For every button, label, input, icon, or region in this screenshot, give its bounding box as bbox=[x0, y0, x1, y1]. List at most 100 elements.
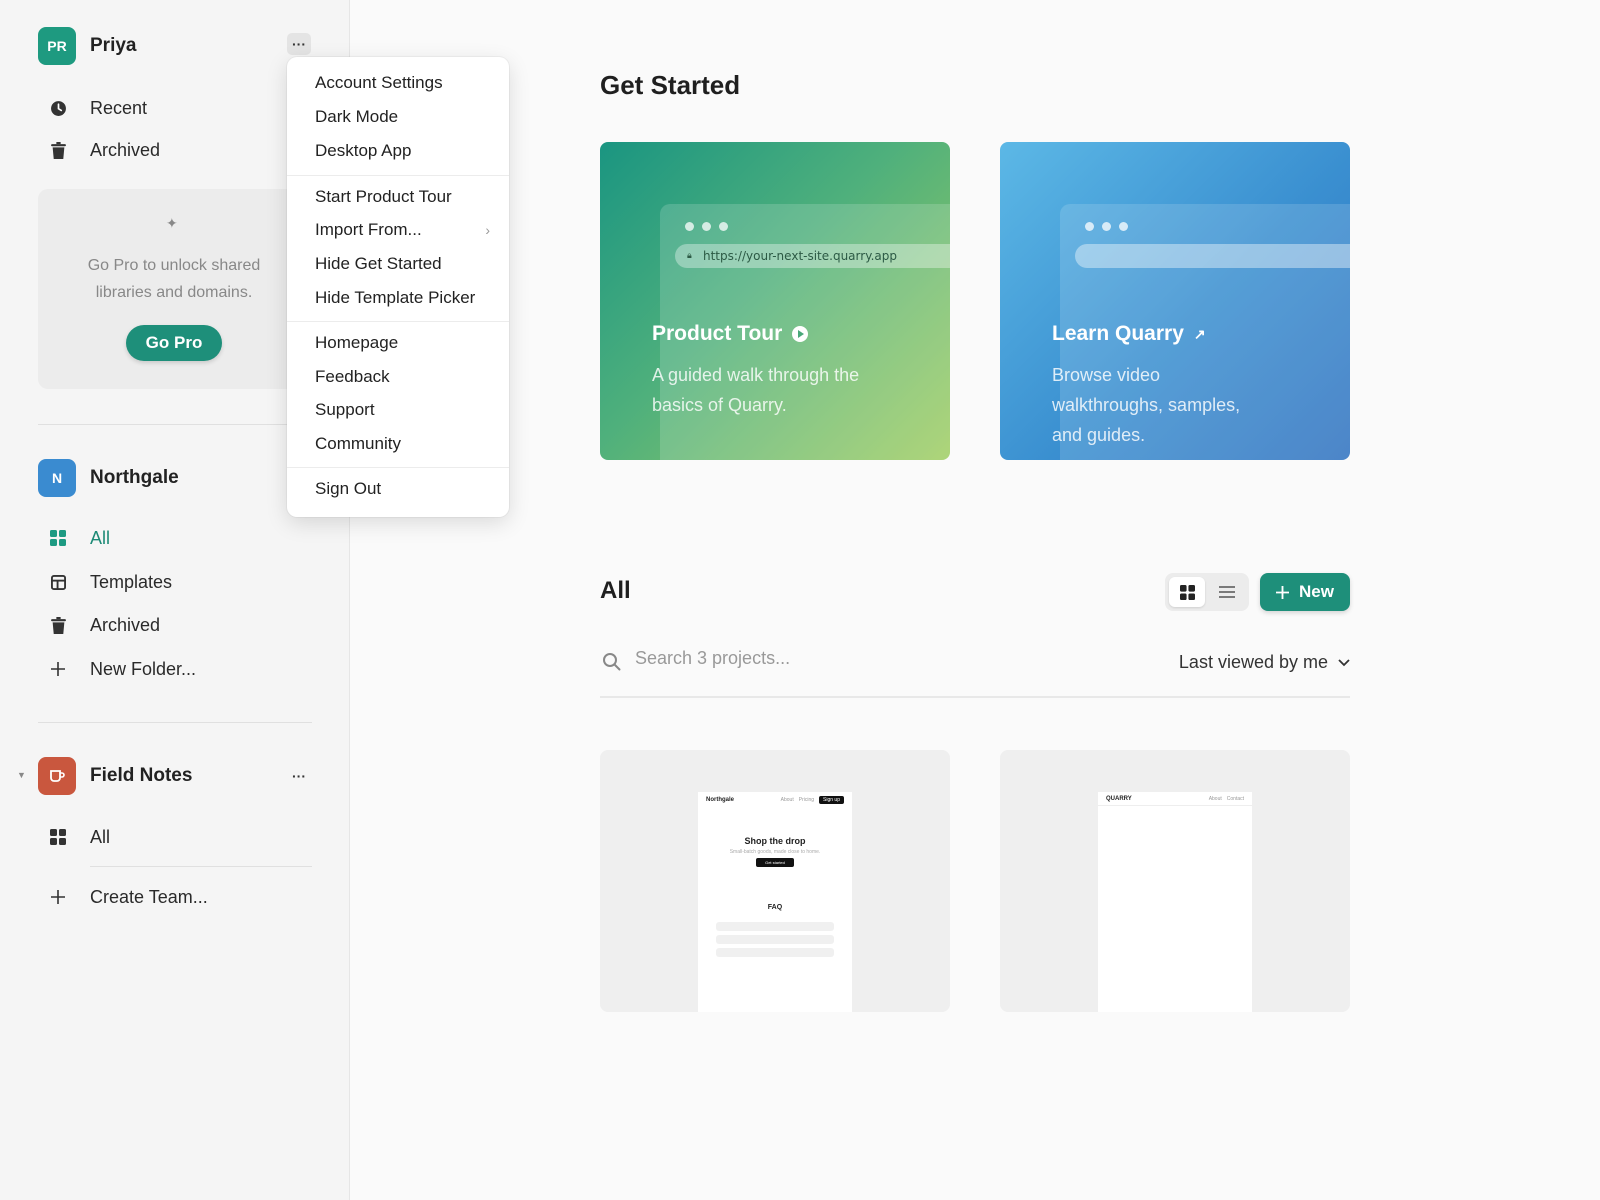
sidebar-item-label: Archived bbox=[90, 139, 161, 160]
team-name: Field Notes bbox=[90, 765, 193, 786]
divider bbox=[38, 722, 312, 723]
card-title-text: Learn Quarry bbox=[1052, 322, 1184, 345]
create-team-button[interactable]: Create Team... bbox=[48, 882, 208, 912]
sidebar-item-label: Create Team... bbox=[90, 886, 208, 907]
menu-item-import-from[interactable]: Import From... › bbox=[315, 218, 490, 242]
card-title-text: Product Tour bbox=[652, 322, 783, 345]
external-link-icon: ↗ bbox=[1193, 325, 1206, 342]
card-description: Browse video walkthroughs, samples, and … bbox=[1052, 365, 1241, 445]
url-text: https://your-next-site.quarry.app bbox=[703, 249, 897, 263]
sidebar-item-label: Recent bbox=[90, 97, 148, 118]
menu-separator bbox=[287, 175, 509, 176]
thumbnail-subtitle: Small-batch goods, made close to home. bbox=[729, 849, 821, 855]
menu-item-account-settings[interactable]: Account Settings bbox=[315, 71, 490, 95]
upgrade-promo: ✦ Go Pro to unlock shared libraries and … bbox=[38, 189, 310, 389]
team-header-northgale[interactable]: N Northgale bbox=[38, 459, 179, 497]
thumbnail-links: About Pricing Sign up bbox=[781, 796, 844, 804]
menu-item-start-product-tour[interactable]: Start Product Tour bbox=[315, 185, 490, 209]
account-name: Priya bbox=[90, 35, 137, 56]
faq-row bbox=[716, 948, 834, 957]
sidebar-item-label: Archived bbox=[90, 614, 161, 635]
section-title: All bbox=[600, 577, 631, 604]
thumbnail-header: QUARRY About Contact bbox=[1106, 796, 1244, 802]
thumbnail-brand: QUARRY bbox=[1106, 796, 1132, 802]
url-bar bbox=[1075, 244, 1350, 268]
account-avatar: PR bbox=[38, 27, 76, 65]
thumbnail-header: Northgale About Pricing Sign up bbox=[706, 796, 844, 804]
upgrade-promo-text: Go Pro to unlock shared libraries and do… bbox=[87, 257, 261, 301]
window-dots bbox=[685, 222, 728, 231]
chevron-right-icon: › bbox=[485, 222, 490, 238]
menu-item-label: Import From... bbox=[315, 220, 422, 239]
menu-item-homepage[interactable]: Homepage bbox=[315, 331, 490, 355]
lock-icon: 🔒︎ bbox=[687, 251, 692, 261]
collapse-caret-icon[interactable]: ▼ bbox=[17, 770, 26, 780]
account-menu: Account Settings Dark Mode Desktop App S… bbox=[287, 57, 509, 517]
product-tour-card[interactable]: 🔒︎ https://your-next-site.quarry.app Prod… bbox=[600, 142, 950, 460]
sidebar-item-team-archived[interactable]: Archived bbox=[48, 610, 160, 640]
sidebar-item-field-notes-all[interactable]: All bbox=[48, 822, 110, 852]
plus-icon bbox=[48, 887, 68, 907]
menu-item-hide-template-picker[interactable]: Hide Template Picker bbox=[315, 286, 490, 310]
sidebar-item-templates[interactable]: Templates bbox=[48, 567, 172, 597]
card-title: Product Tour bbox=[652, 322, 809, 346]
menu-item-support[interactable]: Support bbox=[315, 398, 490, 422]
menu-item-dark-mode[interactable]: Dark Mode bbox=[315, 105, 490, 129]
search-bar: Last viewed by me bbox=[600, 646, 1350, 698]
sidebar-item-label: All bbox=[90, 527, 111, 548]
thumbnail-faq: FAQ bbox=[767, 904, 783, 911]
plus-icon bbox=[1276, 585, 1290, 599]
grid-icon bbox=[48, 827, 68, 847]
team-header-field-notes[interactable]: Field Notes bbox=[38, 757, 192, 795]
card-description: A guided walk through the basics of Quar… bbox=[652, 365, 860, 415]
play-icon bbox=[792, 326, 809, 342]
account-switcher[interactable]: PR Priya bbox=[38, 27, 136, 65]
thumbnail-link: Contact bbox=[1226, 796, 1244, 802]
thumbnail-hero: Shop the drop bbox=[744, 836, 806, 846]
search-icon bbox=[603, 653, 621, 671]
faq-row bbox=[716, 935, 834, 944]
list-icon bbox=[1219, 586, 1235, 598]
sidebar-item-label: Templates bbox=[90, 571, 173, 592]
sidebar-item-label: New Folder... bbox=[90, 658, 197, 679]
sort-label: Last viewed by me bbox=[1178, 652, 1328, 672]
menu-item-community[interactable]: Community bbox=[315, 432, 490, 456]
project-card[interactable]: Northgale About Pricing Sign up Shop the… bbox=[600, 750, 950, 1012]
sidebar-item-all[interactable]: All bbox=[48, 523, 110, 553]
grid-icon bbox=[48, 528, 68, 548]
menu-item-feedback[interactable]: Feedback bbox=[315, 365, 490, 389]
thumbnail-links: About Contact bbox=[1209, 796, 1244, 802]
learn-quarry-card[interactable]: Learn Quarry ↗ Browse video walkthroughs,… bbox=[1000, 142, 1350, 460]
account-more-button[interactable]: ··· bbox=[287, 33, 311, 55]
sidebar-item-recent[interactable]: Recent bbox=[48, 93, 147, 123]
project-card[interactable]: QUARRY About Contact bbox=[1000, 750, 1350, 1012]
window-dots bbox=[1085, 222, 1128, 231]
trash-icon bbox=[48, 140, 68, 160]
template-icon bbox=[48, 572, 68, 592]
project-thumbnail: QUARRY About Contact bbox=[1098, 792, 1252, 1012]
grid-icon bbox=[1179, 584, 1195, 600]
view-toggle bbox=[1165, 573, 1249, 611]
sparkle-icon: ✦ bbox=[166, 215, 178, 231]
sort-dropdown[interactable]: Last viewed by me bbox=[1179, 652, 1350, 673]
menu-separator bbox=[287, 321, 509, 322]
go-pro-button[interactable]: Go Pro bbox=[126, 325, 222, 361]
search-input[interactable] bbox=[635, 648, 1035, 669]
url-bar: 🔒︎ https://your-next-site.quarry.app bbox=[675, 244, 950, 268]
team-more-button[interactable]: ··· bbox=[287, 765, 311, 787]
team-name: Northgale bbox=[90, 467, 179, 488]
sidebar-item-archived[interactable]: Archived bbox=[48, 135, 160, 165]
grid-view-button[interactable] bbox=[1169, 577, 1205, 607]
menu-item-desktop-app[interactable]: Desktop App bbox=[315, 139, 490, 163]
thumbnail-link: Pricing bbox=[798, 797, 815, 803]
new-project-button[interactable]: New bbox=[1260, 573, 1350, 611]
plus-icon bbox=[48, 659, 68, 679]
menu-item-sign-out[interactable]: Sign Out bbox=[315, 477, 490, 501]
thumbnail-button: Get started bbox=[756, 858, 794, 867]
faq-row bbox=[716, 922, 834, 931]
new-folder-button[interactable]: New Folder... bbox=[48, 654, 196, 684]
list-view-button[interactable] bbox=[1209, 577, 1245, 607]
menu-item-hide-get-started[interactable]: Hide Get Started bbox=[315, 252, 490, 276]
thumbnail-cta: Sign up bbox=[819, 796, 844, 804]
thumbnail-brand: Northgale bbox=[706, 797, 735, 803]
